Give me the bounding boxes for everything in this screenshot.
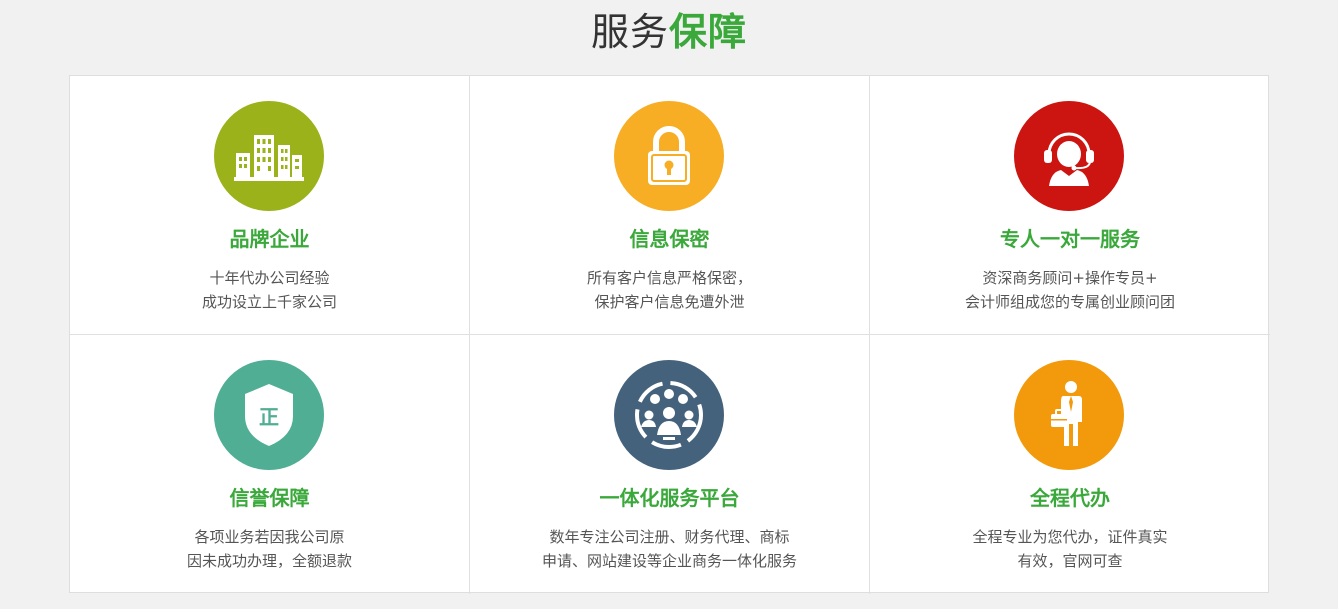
title-highlight: 保障 — [669, 10, 748, 54]
card-title: 信息保密 — [629, 227, 710, 251]
card-integrated-platform: 一体化服务平台 数年专注公司注册、财务代理、商标 申请、网站建设等企业商务一体化… — [470, 335, 870, 594]
description-line: 会计师组成您的专属创业顾问团 — [964, 293, 1175, 311]
description-line: 数年专注公司注册、财务代理、商标 — [549, 528, 790, 546]
card-description: 全程专业为您代办，证件真实 有效，官网可查 — [870, 525, 1270, 573]
description-line: 成功设立上千家公司 — [201, 293, 337, 311]
card-description: 各项业务若因我公司原 因未成功办理，全额退款 — [70, 525, 469, 573]
description-line: 申请、网站建设等企业商务一体化服务 — [541, 552, 797, 570]
card-title: 专人一对一服务 — [1000, 227, 1140, 251]
service-grid: 品牌企业 十年代办公司经验 成功设立上千家公司 信息保密 所有客户信息严格保密，… — [69, 75, 1270, 594]
card-full-agency: 全程代办 全程专业为您代办，证件真实 有效，官网可查 — [870, 335, 1270, 594]
card-credit-guarantee: 正 信誉保障 各项业务若因我公司原 因未成功办理，全额退款 — [70, 335, 470, 594]
shield-icon: 正 — [214, 360, 324, 470]
card-one-on-one: 专人一对一服务 资深商务顾问+操作专员+ 会计师组成您的专属创业顾问团 — [870, 76, 1270, 335]
lock-icon — [614, 101, 724, 211]
card-description: 数年专注公司注册、财务代理、商标 申请、网站建设等企业商务一体化服务 — [470, 525, 869, 573]
description-line: 因未成功办理，全额退款 — [186, 552, 352, 570]
description-line: 资深商务顾问+操作专员+ — [982, 269, 1158, 287]
team-network-icon — [614, 360, 724, 470]
businessman-icon — [1014, 360, 1124, 470]
shield-label: 正 — [259, 405, 279, 429]
card-title: 全程代办 — [1030, 486, 1110, 510]
card-brand-enterprise: 品牌企业 十年代办公司经验 成功设立上千家公司 — [70, 76, 470, 335]
description-line: 全程专业为您代办，证件真实 — [972, 528, 1168, 546]
card-title: 一体化服务平台 — [599, 486, 740, 510]
page-title: 服务保障 — [0, 6, 1338, 58]
title-plain: 服务 — [590, 10, 669, 54]
card-title: 品牌企业 — [229, 227, 310, 251]
description-line: 保护客户信息免遭外泄 — [594, 293, 745, 311]
buildings-icon — [214, 101, 324, 211]
headset-agent-icon — [1014, 101, 1124, 211]
card-info-security: 信息保密 所有客户信息严格保密， 保护客户信息免遭外泄 — [470, 76, 870, 335]
description-line: 各项业务若因我公司原 — [194, 528, 345, 546]
description-line: 所有客户信息严格保密， — [586, 269, 752, 287]
card-title: 信誉保障 — [229, 486, 310, 510]
card-description: 所有客户信息严格保密， 保护客户信息免遭外泄 — [470, 266, 869, 314]
description-line: 十年代办公司经验 — [209, 269, 330, 287]
card-description: 十年代办公司经验 成功设立上千家公司 — [70, 266, 469, 314]
card-description: 资深商务顾问+操作专员+ 会计师组成您的专属创业顾问团 — [870, 266, 1270, 314]
description-line: 有效，官网可查 — [1017, 552, 1123, 570]
